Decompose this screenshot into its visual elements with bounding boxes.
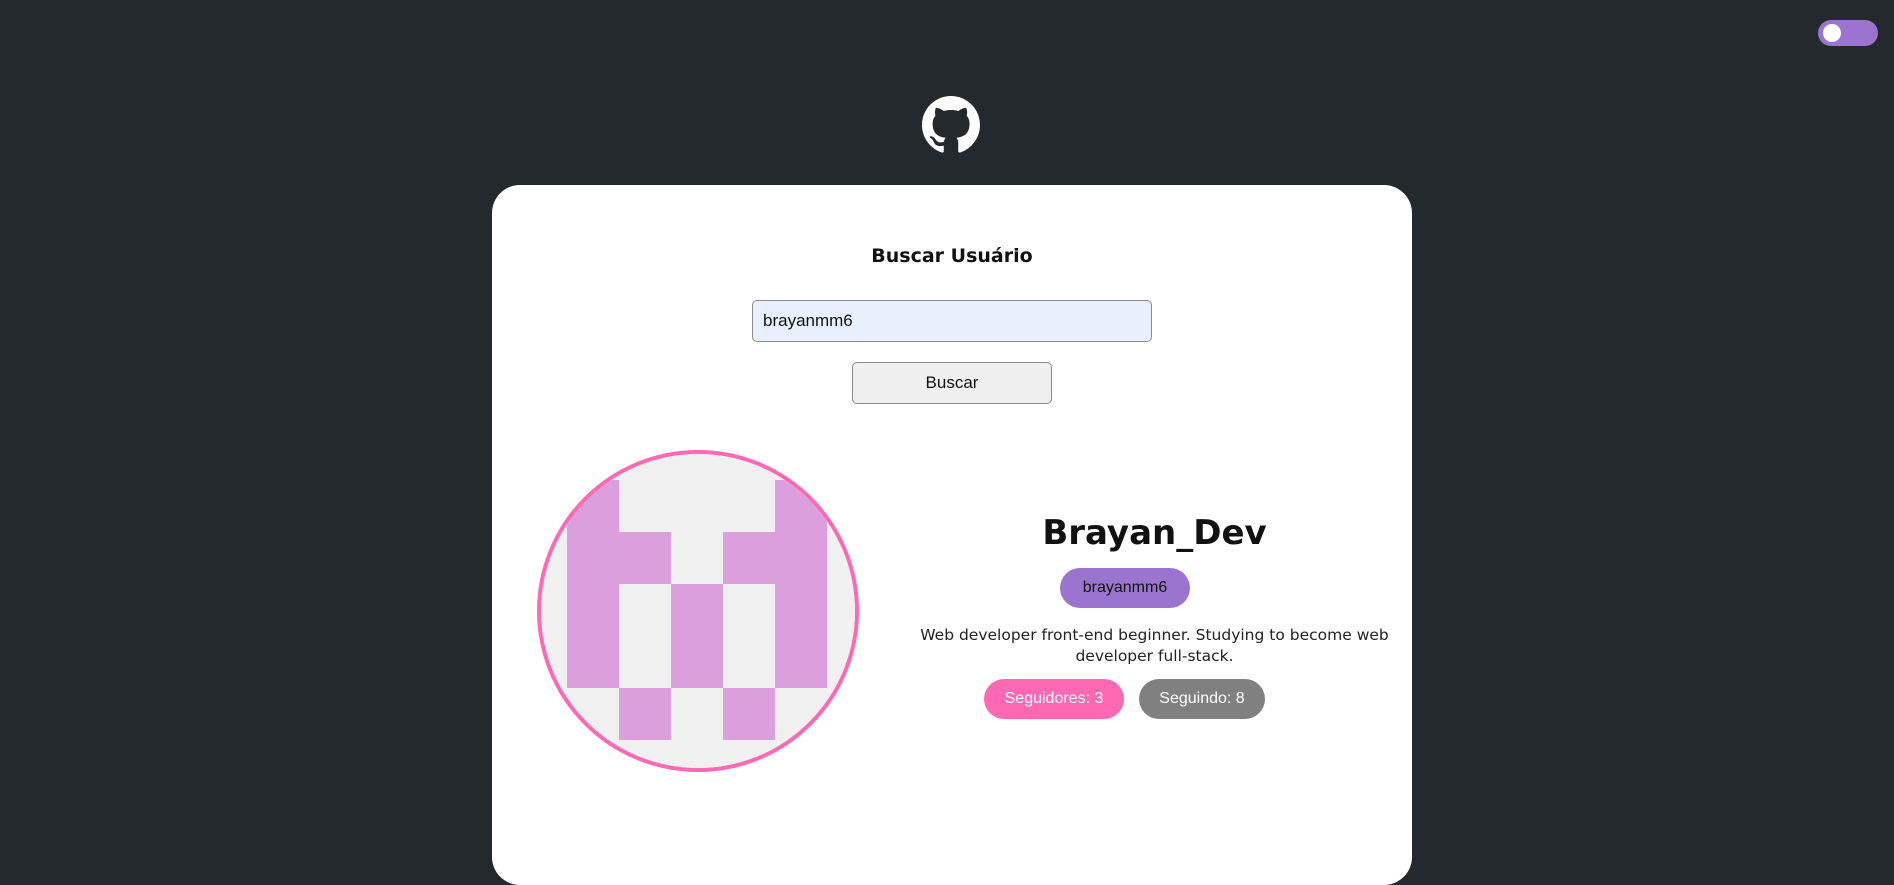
github-icon: [922, 96, 980, 154]
search-button[interactable]: Buscar: [852, 362, 1052, 404]
search-card: Buscar Usuário Buscar Brayan_Dev brayanm…: [492, 185, 1412, 885]
theme-toggle[interactable]: [1818, 20, 1878, 46]
identicon-image: [541, 454, 855, 768]
toggle-knob: [1823, 24, 1841, 42]
profile-name: Brayan_Dev: [1042, 513, 1267, 553]
username-search-input[interactable]: [752, 300, 1152, 342]
profile-bio: Web developer front-end beginner. Studyi…: [920, 626, 1389, 665]
login-badge: brayanmm6: [1060, 568, 1190, 608]
followers-badge: Seguidores: 3: [984, 679, 1124, 719]
search-title: Buscar Usuário: [871, 245, 1033, 267]
following-badge: Seguindo: 8: [1139, 679, 1265, 719]
avatar: [537, 450, 859, 772]
